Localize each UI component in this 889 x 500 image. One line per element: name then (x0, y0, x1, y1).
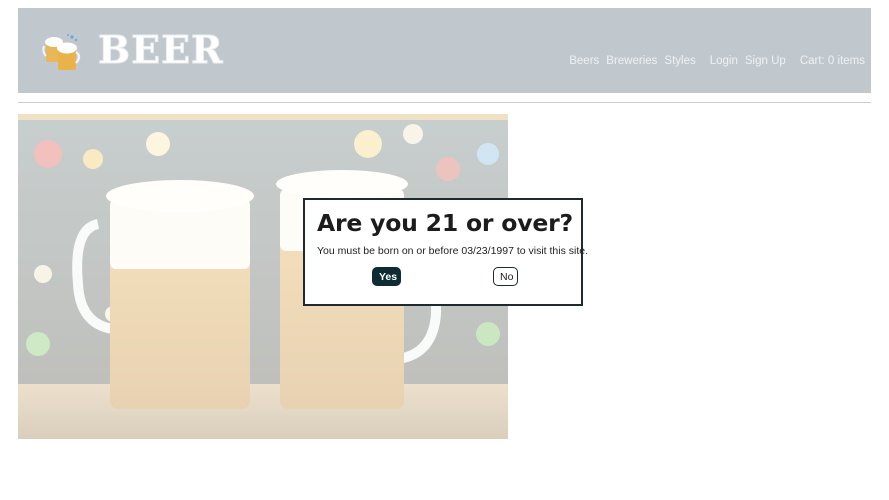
nav-login[interactable]: Login (710, 55, 738, 67)
nav-signup[interactable]: Sign Up (745, 55, 786, 67)
beer-mugs-icon (42, 34, 81, 70)
page: BEER Beers Breweries Styles Login Sign U… (0, 0, 889, 500)
nav-cart[interactable]: Cart: 0 items (800, 55, 865, 67)
logo-text: BEER (98, 27, 224, 72)
modal-message: You must be born on or before 03/23/1997… (317, 245, 589, 257)
age-verification-modal: Are you 21 or over? You must be born on … (303, 198, 588, 306)
site-header: BEER Beers Breweries Styles Login Sign U… (18, 8, 871, 93)
modal-title: Are you 21 or over? (317, 209, 573, 237)
header-divider (18, 102, 871, 103)
main-nav: Beers Breweries Styles Login Sign Up Car… (562, 55, 865, 67)
nav-styles[interactable]: Styles (664, 55, 695, 67)
no-button[interactable]: No (493, 267, 518, 286)
nav-breweries[interactable]: Breweries (606, 55, 657, 67)
yes-button[interactable]: Yes (372, 267, 401, 286)
nav-beers[interactable]: Beers (569, 55, 599, 67)
site-logo[interactable]: BEER (42, 27, 223, 74)
